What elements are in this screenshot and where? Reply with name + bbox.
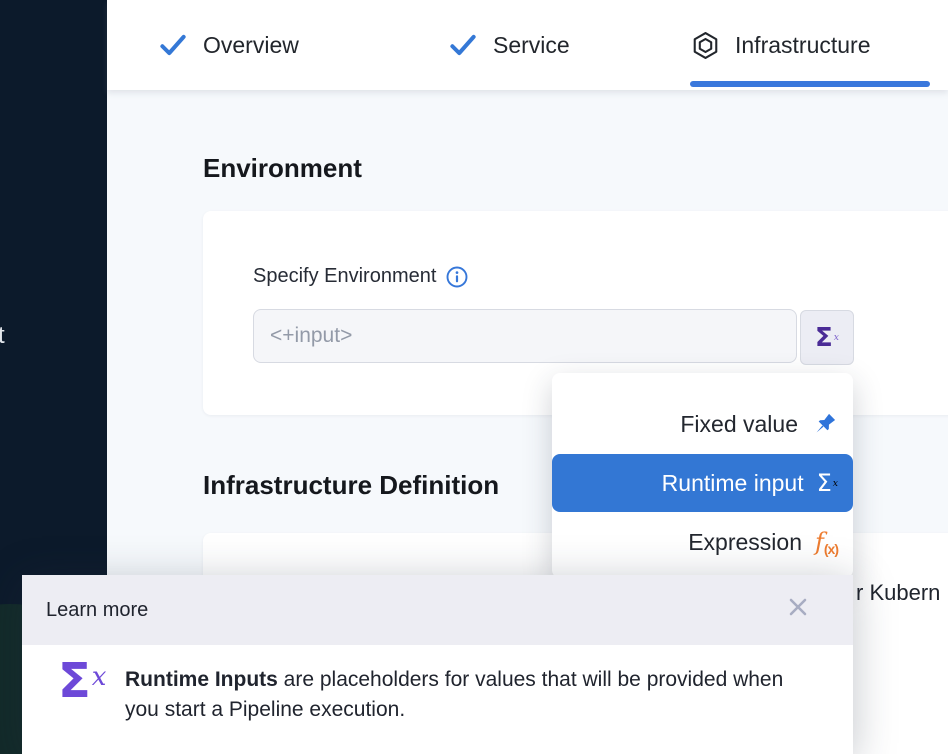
menu-item-runtime-input[interactable]: Runtime input Σx <box>552 454 853 512</box>
learn-more-text-bold: Runtime Inputs <box>125 668 278 691</box>
learn-more-header: Learn more <box>22 575 853 645</box>
runtime-input-label: Runtime input <box>662 470 804 497</box>
expression-label: Expression <box>688 529 802 556</box>
check-icon <box>158 30 188 60</box>
learn-more-body: Σx Runtime Inputs are placeholders for v… <box>22 645 853 754</box>
menu-item-fixed-value[interactable]: Fixed value <box>552 395 853 453</box>
active-tab-underline <box>690 81 930 87</box>
runtime-input-type-button[interactable]: Σx <box>800 310 854 365</box>
learn-more-text: Runtime Inputs are placeholders for valu… <box>125 665 785 725</box>
value-type-dropdown-menu: Fixed value Runtime input Σx Expression … <box>552 373 853 578</box>
infrastructure-definition-heading: Infrastructure Definition <box>203 470 499 501</box>
info-icon[interactable] <box>446 266 468 288</box>
tab-overview[interactable]: Overview <box>158 0 299 90</box>
app-root: t Overview Service Infrastructure Enviro… <box>0 0 948 754</box>
learn-more-popup: Learn more Σx Runtime Inputs are placeho… <box>22 575 853 754</box>
close-icon[interactable] <box>787 596 809 618</box>
tab-infrastructure[interactable]: Infrastructure <box>691 0 871 90</box>
infrastructure-hexagon-icon <box>691 31 720 60</box>
sigma-x-icon: Σx <box>817 469 838 497</box>
learn-more-title: Learn more <box>46 575 148 645</box>
stage-tab-bar: Overview Service Infrastructure <box>107 0 948 90</box>
sidebar-clipped-text: t <box>0 322 5 350</box>
specify-environment-label: Specify Environment <box>253 265 436 288</box>
clipped-kubernetes-text: r Kubern <box>856 580 940 606</box>
tab-overview-label: Overview <box>203 32 299 59</box>
sigma-x-icon: Σx <box>58 653 106 709</box>
environment-heading: Environment <box>203 153 362 184</box>
fx-icon: f(x) <box>815 528 838 557</box>
tab-infrastructure-label: Infrastructure <box>735 32 871 59</box>
specify-environment-label-row: Specify Environment <box>253 265 468 288</box>
check-icon <box>448 30 478 60</box>
tab-service-label: Service <box>493 32 570 59</box>
pin-icon <box>811 411 838 438</box>
sigma-x-icon: Σx <box>815 323 839 353</box>
tab-service[interactable]: Service <box>448 0 570 90</box>
environment-input[interactable] <box>253 309 797 363</box>
menu-item-expression[interactable]: Expression f(x) <box>552 513 853 571</box>
fixed-value-label: Fixed value <box>680 411 798 438</box>
